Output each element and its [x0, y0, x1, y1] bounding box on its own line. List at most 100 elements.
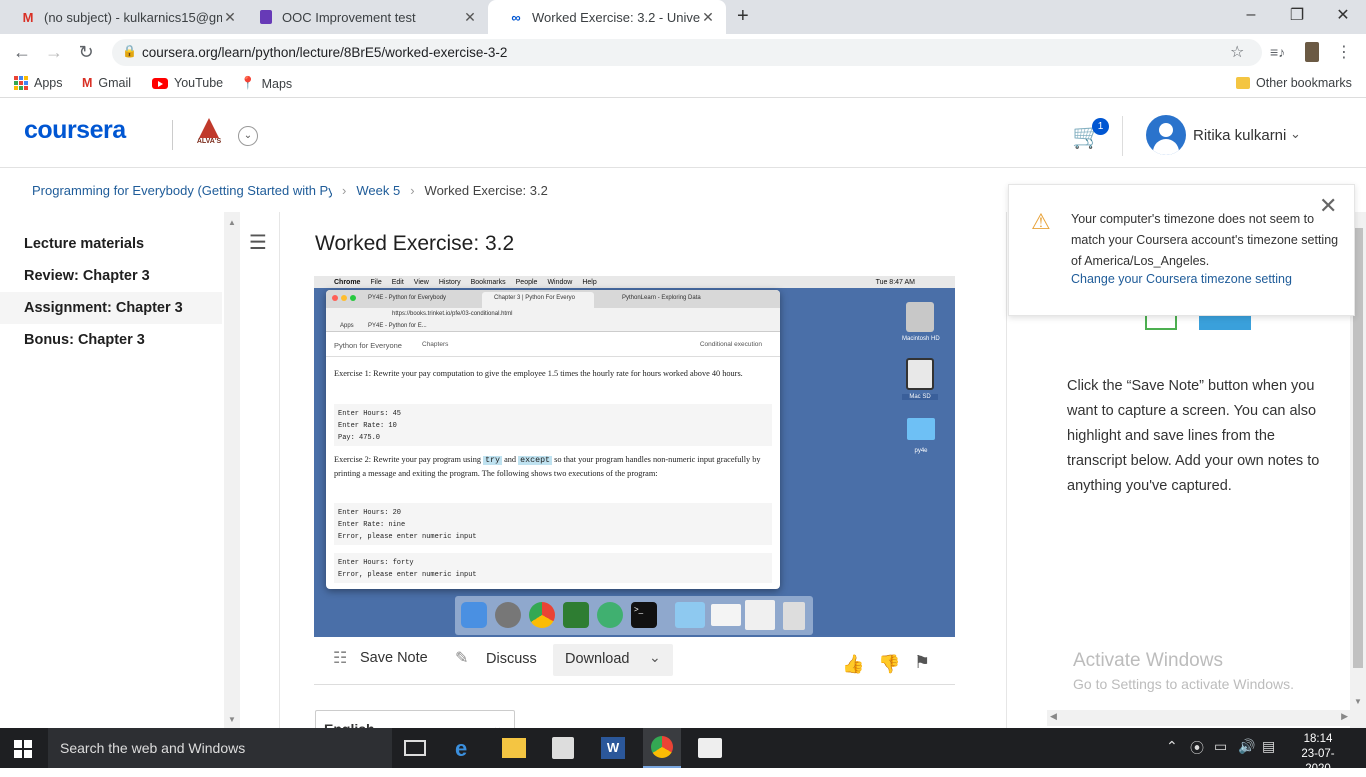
- tab-title: OOC Improvement test: [282, 9, 416, 25]
- windows-start-icon[interactable]: [14, 740, 32, 758]
- profile-avatar[interactable]: [1305, 42, 1319, 62]
- close-icon[interactable]: ✕: [700, 9, 716, 26]
- mac-menu-item: File: [370, 278, 382, 286]
- menu-icon[interactable]: ⋮: [1336, 42, 1352, 62]
- divider: [314, 684, 955, 685]
- code-block-3: Enter Hours: forty Error, please enter n…: [334, 553, 772, 583]
- thumbs-down-icon[interactable]: 👎: [878, 654, 900, 675]
- divider: [172, 120, 173, 150]
- chevron-up-icon[interactable]: ⌃: [1166, 738, 1178, 755]
- restore-icon[interactable]: ❐: [1274, 0, 1320, 30]
- tab-coursera[interactable]: ∞ Worked Exercise: 3.2 - University ✕: [488, 0, 726, 34]
- list-icon[interactable]: ☰: [249, 230, 267, 255]
- discuss-button[interactable]: Discuss: [486, 651, 537, 667]
- exercise-1-text: Exercise 1: Rewrite your pay computation…: [334, 369, 743, 378]
- scroll-down-icon[interactable]: ▼: [1354, 697, 1362, 706]
- close-icon[interactable]: ✕: [222, 9, 238, 26]
- chevron-right-icon: ›: [342, 183, 347, 198]
- code-line: Pay: 475.0: [338, 434, 381, 442]
- notifications-icon[interactable]: ▤: [1262, 738, 1275, 755]
- chevron-down-icon[interactable]: ⌄: [238, 126, 258, 146]
- settings-icon: [495, 602, 521, 628]
- sidebar-item-lecture-materials[interactable]: Lecture materials: [0, 228, 222, 260]
- sidebar: Lecture materials Review: Chapter 3 Assi…: [0, 212, 224, 728]
- close-icon[interactable]: ✕: [1319, 193, 1337, 219]
- bookmark-gmail[interactable]: M Gmail: [82, 76, 131, 90]
- folder-icon: [907, 418, 935, 440]
- media-icon[interactable]: ≡♪: [1270, 44, 1285, 60]
- chrome-taskbar-button[interactable]: [643, 728, 681, 768]
- coursera-logo[interactable]: coursera: [24, 116, 126, 145]
- avatar[interactable]: [1146, 115, 1186, 155]
- close-icon[interactable]: ✕: [462, 9, 478, 26]
- back-icon[interactable]: ←: [10, 40, 34, 64]
- edge-icon[interactable]: e: [455, 736, 467, 762]
- breadcrumb-week[interactable]: Week 5: [356, 183, 400, 198]
- video-player[interactable]: Chrome File Edit View History Bookmarks …: [314, 276, 955, 637]
- other-bookmarks[interactable]: Other bookmarks: [1236, 76, 1352, 90]
- scroll-right-icon[interactable]: ▶: [1341, 711, 1348, 722]
- bookmarks-bar: Apps M Gmail YouTube 📍 Maps Other bookma…: [0, 70, 1366, 98]
- inner-bookmark: Apps: [340, 323, 354, 329]
- camtasia-icon: [563, 602, 589, 628]
- scroll-up-icon[interactable]: ▲: [228, 218, 236, 227]
- thumbs-up-icon[interactable]: 👍: [842, 654, 864, 675]
- bookmark-maps[interactable]: 📍 Maps: [240, 76, 292, 91]
- breadcrumb-course[interactable]: Programming for Everybody (Getting Start…: [32, 183, 332, 198]
- sidebar-item-label: Review: Chapter 3: [24, 268, 150, 284]
- toast-message: Your computer's timezone does not seem t…: [1071, 212, 1339, 268]
- tab-forms[interactable]: OOC Improvement test ✕: [238, 0, 488, 34]
- timezone-settings-link[interactable]: Change your Coursera timezone setting: [1071, 272, 1292, 286]
- sd-card-icon: [906, 358, 934, 390]
- task-view-icon[interactable]: [404, 740, 426, 756]
- new-tab-icon[interactable]: +: [737, 5, 749, 28]
- windows-taskbar: Search the web and Windows e W ⌃ ⦿ ▭ 🔊 ▤…: [0, 728, 1366, 775]
- lock-icon: 🔒: [122, 44, 137, 58]
- code-line: Enter Hours: forty: [338, 559, 414, 567]
- download-dropdown[interactable]: Download ⌄: [553, 644, 673, 676]
- network-icon[interactable]: ⦿: [1190, 738, 1204, 758]
- sidebar-scrollbar[interactable]: ▲ ▼: [224, 212, 240, 728]
- window-close-icon[interactable]: ✕: [1320, 0, 1366, 30]
- code-line: Error, please enter numeric input: [338, 571, 477, 579]
- coursera-header: coursera ALVA'S ⌄ 🛒 1 Ritika kulkarni ⌄: [0, 102, 1366, 168]
- bookmark-youtube[interactable]: YouTube: [152, 76, 223, 90]
- file-explorer-icon[interactable]: [502, 738, 526, 758]
- battery-icon[interactable]: ▭: [1214, 738, 1227, 755]
- system-clock[interactable]: 18:14 23-07-2020: [1290, 732, 1346, 777]
- taskbar-search[interactable]: Search the web and Windows: [48, 728, 392, 768]
- forward-icon[interactable]: →: [42, 40, 66, 64]
- inner-bookmarks: Apps PY4E - Python for E...: [326, 322, 780, 332]
- tab-gmail[interactable]: M (no subject) - kulkarnics15@gma ✕: [0, 0, 248, 34]
- sidebar-item-bonus[interactable]: Bonus: Chapter 3: [0, 324, 222, 356]
- horizontal-scrollbar[interactable]: ◀ ▶: [1047, 710, 1351, 726]
- page-title: Worked Exercise: 3.2: [315, 232, 515, 255]
- scroll-left-icon[interactable]: ◀: [1050, 711, 1057, 722]
- partner-logo[interactable]: ALVA'S: [194, 118, 224, 152]
- note-icon: ☷: [333, 650, 348, 667]
- reload-icon[interactable]: ↻: [74, 40, 98, 64]
- flag-icon[interactable]: ⚑: [914, 652, 930, 673]
- forms-icon: [258, 9, 274, 25]
- edit-icon: ✎: [455, 650, 469, 667]
- clapper-icon[interactable]: [698, 738, 722, 758]
- word-icon[interactable]: W: [601, 737, 625, 759]
- address-bar[interactable]: 🔒 coursera.org/learn/python/lecture/8BrE…: [112, 39, 1262, 66]
- scroll-down-icon[interactable]: ▼: [228, 715, 236, 724]
- ex2-text: and: [504, 455, 517, 464]
- sidebar-item-review[interactable]: Review: Chapter 3: [0, 260, 222, 292]
- star-icon[interactable]: ☆: [1230, 42, 1244, 62]
- sidebar-item-assignment[interactable]: Assignment: Chapter 3: [0, 292, 222, 324]
- mac-dock: >_: [455, 596, 813, 635]
- store-icon[interactable]: [552, 737, 574, 759]
- user-name[interactable]: Ritika kulkarni: [1193, 127, 1286, 144]
- mac-menu-item: Bookmarks: [470, 278, 506, 286]
- bookmark-label: Gmail: [98, 76, 132, 90]
- volume-icon[interactable]: 🔊: [1238, 738, 1255, 755]
- chevron-down-icon[interactable]: ⌄: [1290, 126, 1301, 142]
- bookmark-apps[interactable]: Apps: [14, 76, 63, 90]
- save-note-button[interactable]: Save Note: [360, 650, 428, 666]
- minimize-icon[interactable]: –: [1228, 0, 1274, 30]
- cart-count-badge: 1: [1092, 118, 1109, 135]
- book-title: Python for Everyone: [334, 341, 402, 350]
